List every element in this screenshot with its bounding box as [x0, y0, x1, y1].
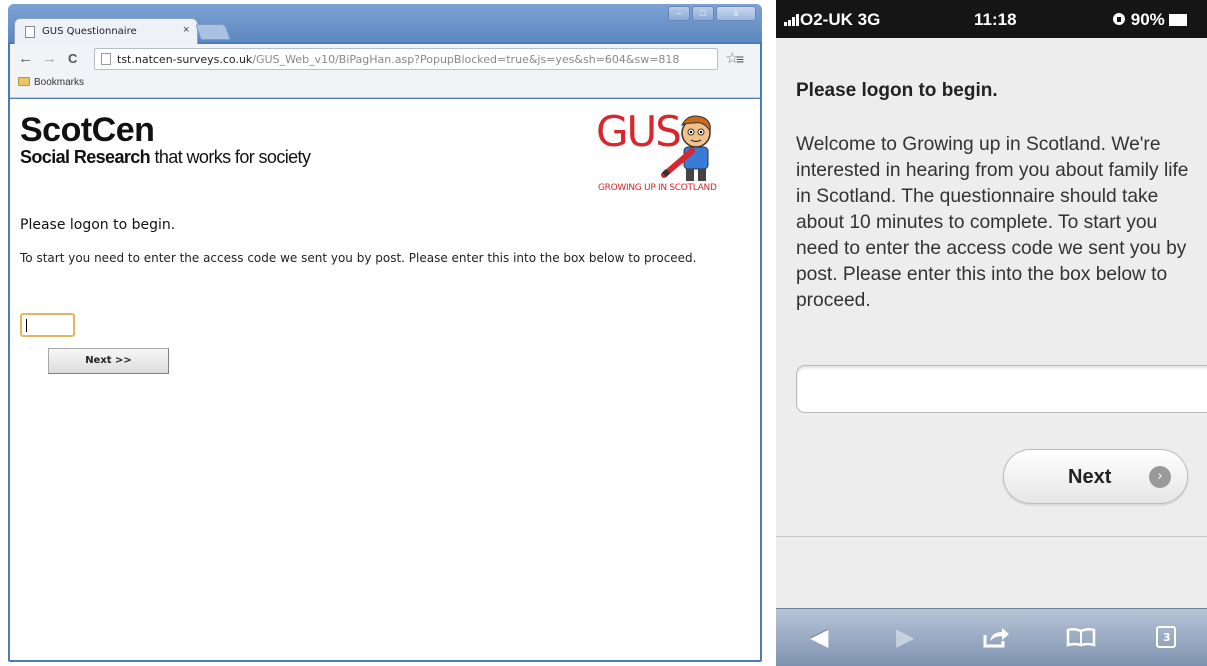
- tagline-bold: Social Research: [20, 147, 151, 167]
- screenshot-root: GUS Questionnaire × – □ x ← → C tst.natc…: [0, 0, 1207, 666]
- maximize-button[interactable]: □: [692, 6, 714, 21]
- address-bar[interactable]: tst.natcen-surveys.co.uk/GUS_Web_v10/BiP…: [94, 48, 739, 70]
- mobile-page-content: Please logon to begin. Welcome to Growin…: [776, 38, 1207, 608]
- tabs-count-label: 3: [1163, 631, 1171, 644]
- menu-icon[interactable]: ≡: [736, 51, 744, 67]
- chevron-right-icon: ›: [1149, 466, 1171, 488]
- reload-icon[interactable]: C: [68, 51, 77, 66]
- scotcen-logo: ScotCen Social Research that works for s…: [20, 111, 311, 167]
- divider: [776, 536, 1207, 537]
- tabs-icon[interactable]: 3: [1156, 626, 1176, 648]
- browser-tab[interactable]: GUS Questionnaire ×: [14, 18, 198, 44]
- back-arrow-icon[interactable]: ←: [18, 50, 33, 67]
- new-tab-button[interactable]: [195, 24, 231, 40]
- url-host: tst.natcen-surveys.co.uk: [117, 53, 253, 66]
- tab-title: GUS Questionnaire: [42, 26, 137, 37]
- orientation-lock-icon: [1113, 13, 1125, 25]
- forward-icon[interactable]: ▶: [896, 623, 914, 651]
- close-window-button[interactable]: x: [716, 6, 756, 21]
- window-controls: – □ x: [668, 6, 756, 21]
- text-caret: [26, 319, 27, 332]
- carrier-label: O2-UK 3G: [784, 10, 880, 30]
- back-icon[interactable]: ◀: [810, 623, 828, 651]
- url-text: tst.natcen-surveys.co.uk/GUS_Web_v10/BiP…: [117, 53, 697, 66]
- scotcen-name: ScotCen: [20, 111, 155, 149]
- page-icon: [25, 26, 35, 38]
- gus-logo: GUS GROWING UP IN SCOTLAND: [596, 107, 722, 199]
- desktop-browser-window: GUS Questionnaire × – □ x ← → C tst.natc…: [8, 4, 762, 662]
- mobile-access-code-input[interactable]: [796, 365, 1207, 413]
- safari-toolbar: ◀ ▶ 3: [776, 608, 1207, 666]
- mobile-heading: Please logon to begin.: [796, 80, 998, 101]
- next-button[interactable]: Next >>: [48, 348, 169, 374]
- tab-close-icon[interactable]: ×: [183, 24, 189, 36]
- forward-arrow-icon[interactable]: →: [42, 50, 57, 67]
- mobile-next-label: Next: [1068, 466, 1112, 488]
- mobile-screen: O2-UK 3G 11:18 90% Please logon to begin…: [776, 0, 1207, 666]
- bookmarks-book-icon[interactable]: [1066, 627, 1096, 647]
- browser-title-bar: GUS Questionnaire × – □ x: [8, 4, 762, 44]
- minimize-button[interactable]: –: [668, 6, 690, 21]
- folder-icon: [18, 77, 30, 86]
- url-path: /GUS_Web_v10/BiPagHan.asp?PopupBlocked=t…: [252, 53, 680, 66]
- clock: 11:18: [974, 10, 1017, 29]
- access-code-input[interactable]: [20, 313, 75, 337]
- mobile-intro-text: Welcome to Growing up in Scotland. We're…: [796, 134, 1189, 311]
- battery-status: 90%: [1112, 10, 1187, 30]
- share-icon[interactable]: [982, 625, 1010, 649]
- intro-text: To start you need to enter the access co…: [20, 251, 697, 265]
- bookmarks-label: Bookmarks: [34, 77, 85, 88]
- scotcen-tagline: Social Research that works for society: [20, 147, 311, 167]
- gus-mascot-icon: [661, 115, 711, 181]
- carrier-text: O2-UK 3G: [800, 10, 881, 29]
- mobile-next-button[interactable]: Next ›: [1003, 449, 1188, 504]
- page-heading: Please logon to begin.: [20, 217, 176, 233]
- browser-toolbar: ← → C tst.natcen-surveys.co.uk/GUS_Web_v…: [10, 44, 760, 98]
- battery-percent: 90%: [1130, 10, 1165, 29]
- page-icon: [101, 53, 111, 65]
- tagline-rest: that works for society: [150, 147, 311, 167]
- page-content: ScotCen Social Research that works for s…: [10, 99, 760, 660]
- status-bar: O2-UK 3G 11:18 90%: [776, 0, 1207, 38]
- gus-logo-subtitle: GROWING UP IN SCOTLAND: [598, 183, 717, 193]
- signal-icon: [784, 14, 799, 26]
- battery-icon: [1168, 14, 1187, 26]
- bookmarks-folder[interactable]: Bookmarks: [18, 77, 84, 88]
